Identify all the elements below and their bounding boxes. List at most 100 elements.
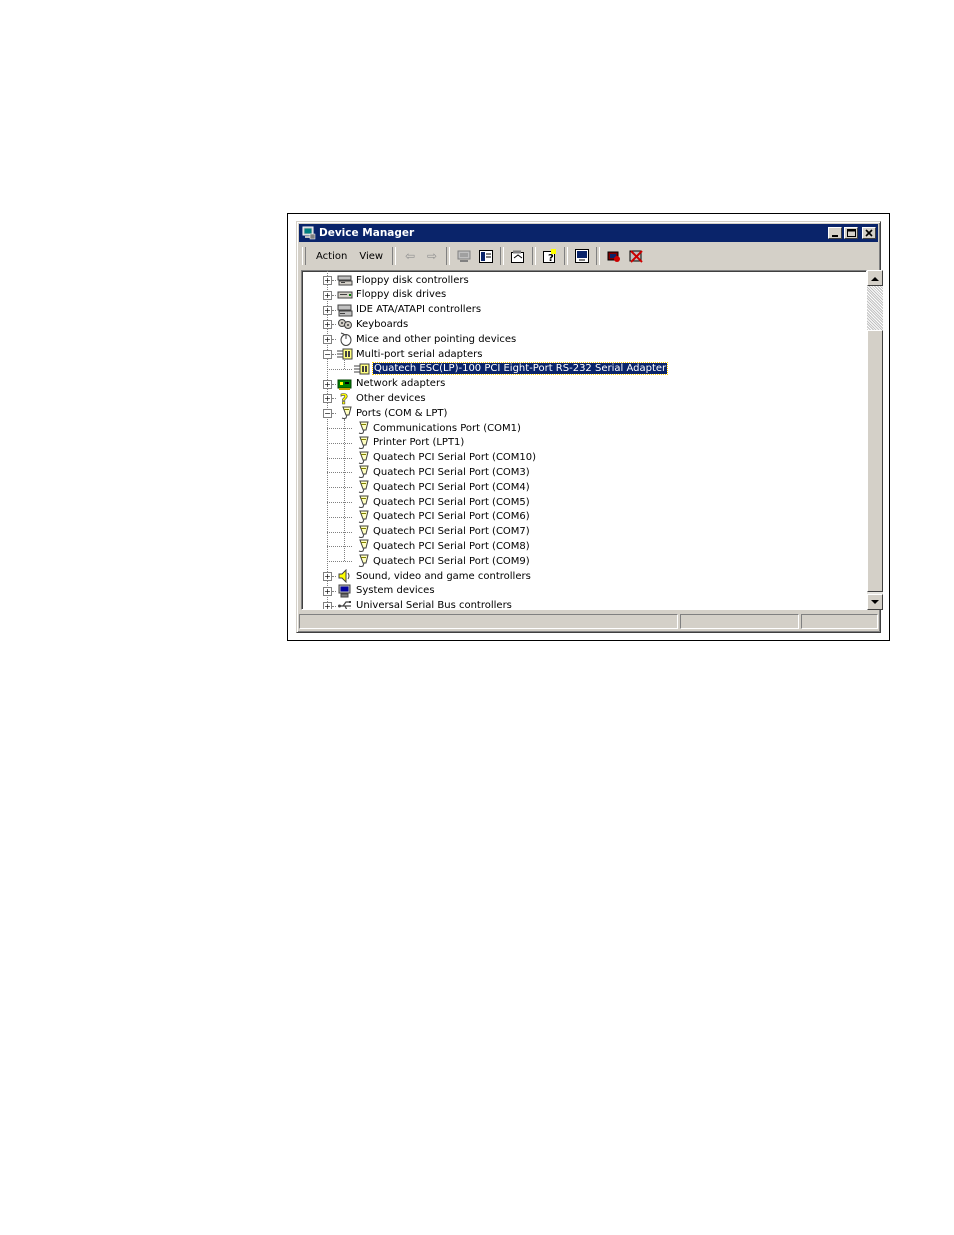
menu-action[interactable]: Action [310, 249, 353, 264]
properties-icon[interactable] [509, 247, 527, 265]
expand-icon[interactable]: + [323, 320, 332, 330]
status-panel-main [299, 614, 678, 629]
tree-device-item[interactable]: Quatech PCI Serial Port (COM10) [354, 451, 536, 465]
tree-connector [327, 472, 352, 474]
floppy-drive-icon [337, 288, 353, 302]
tree-item-label: Quatech PCI Serial Port (COM5) [373, 496, 530, 508]
tree-category-item[interactable]: Keyboards [337, 317, 408, 331]
tree-item-label: System devices [356, 585, 435, 597]
toolbar-separator [564, 247, 569, 265]
scrollbar-thumb[interactable] [867, 330, 883, 592]
tree-item-label: Quatech PCI Serial Port (COM8) [373, 540, 530, 552]
port-icon [354, 539, 370, 553]
menu-view[interactable]: View [353, 249, 389, 264]
tree-device-item[interactable]: Quatech PCI Serial Port (COM6) [354, 510, 530, 524]
tree-item-label: Quatech PCI Serial Port (COM9) [373, 555, 530, 567]
tree-device-item[interactable]: Printer Port (LPT1) [354, 436, 464, 450]
tree-device-item[interactable]: Communications Port (COM1) [354, 421, 521, 435]
expand-icon[interactable]: + [323, 586, 332, 596]
tree-device-item[interactable]: Quatech PCI Serial Port (COM8) [354, 539, 530, 553]
ide-controller-icon [337, 303, 353, 317]
title-bar[interactable]: Device Manager [299, 224, 878, 242]
usb-icon [337, 599, 353, 609]
tree-item-label: Communications Port (COM1) [373, 422, 521, 434]
tree-item-label: Floppy disk controllers [356, 274, 469, 286]
tree-connector [327, 561, 352, 563]
tree-connector [332, 309, 336, 311]
tree-category-item[interactable]: System devices [337, 584, 435, 598]
tree-category-item[interactable]: Mice and other pointing devices [337, 332, 516, 347]
tree-device-item[interactable]: Quatech PCI Serial Port (COM4) [354, 480, 530, 494]
tree-category-item[interactable]: ? Other devices [337, 391, 426, 409]
expand-icon[interactable]: + [323, 394, 332, 404]
tree-connector [327, 457, 352, 459]
tree-device-item[interactable]: Quatech ESC(LP)-100 PCI Eight-Port RS-23… [354, 362, 669, 376]
tree-item-label: Quatech PCI Serial Port (COM10) [373, 452, 537, 464]
collapse-icon[interactable]: − [323, 350, 332, 359]
toolbar-separator [500, 247, 505, 265]
tree-item-label: Sound, video and game controllers [356, 570, 531, 582]
computer-icon[interactable] [455, 247, 473, 265]
scroll-down-button[interactable] [867, 594, 883, 610]
port-icon [354, 510, 370, 524]
tree-category-item[interactable]: Sound, video and game controllers [337, 568, 531, 584]
minimize-icon [832, 235, 838, 237]
close-button[interactable] [862, 227, 876, 239]
toolbar-grip[interactable] [302, 247, 306, 265]
tree-connector [332, 324, 336, 326]
question-mark-icon: ? [337, 391, 353, 409]
tree-item-label: Quatech PCI Serial Port (COM4) [373, 481, 530, 493]
tree-category-item[interactable]: Floppy disk drives [337, 288, 446, 302]
tree-device-item[interactable]: Quatech PCI Serial Port (COM3) [354, 465, 530, 479]
tree-item-label: Keyboards [356, 318, 409, 330]
disable-device-icon[interactable] [605, 247, 623, 265]
device-view-icon[interactable] [477, 247, 495, 265]
keyboard-icon [337, 317, 353, 331]
expand-icon[interactable]: + [323, 335, 332, 345]
port-icon [354, 421, 370, 435]
tree-device-item[interactable]: Quatech PCI Serial Port (COM5) [354, 495, 530, 509]
help-icon[interactable]: ? [541, 247, 559, 265]
scan-hardware-icon[interactable] [573, 247, 591, 265]
expand-icon[interactable]: + [323, 601, 332, 609]
collapse-icon[interactable]: − [323, 409, 332, 419]
tree-category-item[interactable]: Multi-port serial adapters [337, 347, 482, 361]
device-tree[interactable]: Floppy disk controllers + Floppy disk driv… [301, 270, 867, 610]
expand-icon[interactable]: + [323, 572, 332, 581]
device-manager-icon [302, 226, 316, 240]
tree-device-item[interactable]: Quatech PCI Serial Port (COM7) [354, 525, 530, 539]
port-icon [354, 554, 370, 568]
scrollbar-track[interactable] [867, 286, 883, 330]
port-icon [354, 465, 370, 479]
tree-category-item[interactable]: Network adapters [337, 377, 445, 391]
scroll-up-button[interactable] [867, 270, 883, 286]
tree-item-label: Network adapters [356, 378, 446, 390]
forward-arrow-icon[interactable]: ⇨ [423, 247, 441, 265]
tree-connector [332, 339, 336, 341]
tree-item-label: Ports (COM & LPT) [356, 407, 448, 419]
expand-icon[interactable]: + [323, 290, 332, 300]
maximize-button[interactable] [844, 227, 858, 239]
tree-connector [332, 280, 336, 281]
vertical-scrollbar[interactable] [867, 270, 883, 610]
tree-category-item[interactable]: Universal Serial Bus controllers [337, 599, 512, 609]
uninstall-device-icon[interactable] [627, 247, 645, 265]
tree-category-item[interactable]: Floppy disk controllers [337, 273, 469, 287]
device-manager-window: Device Manager Action View ⇦ ⇨ ? Floppy … [296, 221, 883, 633]
screenshot-frame: Device Manager Action View ⇦ ⇨ ? Floppy … [287, 213, 890, 641]
tree-connector [344, 419, 345, 562]
back-arrow-icon[interactable]: ⇦ [401, 247, 419, 265]
tree-device-item[interactable]: Quatech PCI Serial Port (COM9) [354, 554, 530, 568]
tree-item-label: IDE ATA/ATAPI controllers [356, 304, 482, 316]
toolbar: Action View ⇦ ⇨ ? [299, 244, 878, 268]
tree-connector [332, 576, 336, 577]
expand-icon[interactable]: + [323, 305, 332, 315]
minimize-button[interactable] [828, 227, 842, 239]
svg-text:?: ? [340, 392, 348, 405]
expand-icon[interactable]: + [323, 379, 332, 389]
tree-category-item[interactable]: IDE ATA/ATAPI controllers [337, 303, 481, 317]
tree-connector [327, 442, 352, 444]
tree-category-item[interactable]: Ports (COM & LPT) [337, 406, 447, 420]
expand-icon[interactable]: + [323, 276, 332, 285]
port-icon [354, 525, 370, 539]
